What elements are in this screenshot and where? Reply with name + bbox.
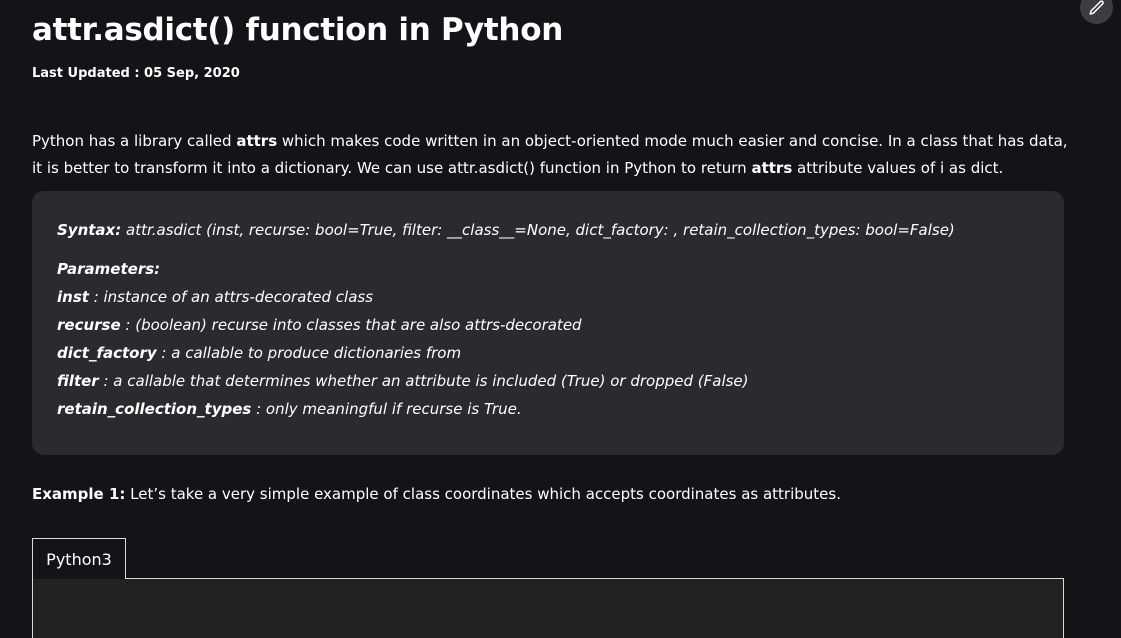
param-inst: inst : instance of an attrs-decorated cl… bbox=[57, 283, 1039, 311]
syntax-line: Syntax: attr.asdict (inst, recurse: bool… bbox=[57, 217, 1039, 243]
intro-text-1: Python has a library called bbox=[32, 132, 237, 150]
param-desc: : instance of an attrs-decorated class bbox=[88, 288, 374, 306]
intro-paragraph: Python has a library called attrs which … bbox=[32, 128, 1072, 182]
param-desc: : a callable that determines whether an … bbox=[98, 372, 749, 390]
param-name: retain_collection_types bbox=[57, 400, 252, 418]
syntax-box: Syntax: attr.asdict (inst, recurse: bool… bbox=[32, 191, 1064, 455]
example-text: Let’s take a very simple example of clas… bbox=[125, 485, 841, 503]
param-desc: : a callable to produce dictionaries fro… bbox=[156, 344, 462, 362]
param-filter: filter : a callable that determines whet… bbox=[57, 367, 1039, 395]
param-name: dict_factory bbox=[57, 344, 157, 362]
intro-text-3: attribute values of i as dict. bbox=[792, 159, 1004, 177]
code-area[interactable] bbox=[32, 578, 1064, 638]
last-updated: Last Updated : 05 Sep, 2020 bbox=[32, 66, 240, 81]
tab-python3[interactable]: Python3 bbox=[32, 538, 126, 579]
param-dict-factory: dict_factory : a callable to produce dic… bbox=[57, 339, 1039, 367]
parameters-title: Parameters: bbox=[57, 260, 161, 278]
edit-button[interactable] bbox=[1080, 0, 1113, 24]
param-retain-collection-types: retain_collection_types : only meaningfu… bbox=[57, 395, 1039, 423]
example-label: Example 1: bbox=[32, 485, 126, 503]
param-name: inst bbox=[57, 288, 89, 306]
pencil-icon bbox=[1089, 0, 1104, 15]
intro-bold-2: attrs bbox=[751, 159, 793, 177]
param-recurse: recurse : (boolean) recurse into classes… bbox=[57, 311, 1039, 339]
param-name: filter bbox=[57, 372, 99, 390]
example-1: Example 1: Let’s take a very simple exam… bbox=[32, 481, 841, 507]
syntax-text: attr.asdict (inst, recurse: bool=True, f… bbox=[121, 221, 955, 239]
param-name: recurse bbox=[57, 316, 121, 334]
intro-bold-1: attrs bbox=[236, 132, 278, 150]
param-desc: : (boolean) recurse into classes that ar… bbox=[120, 316, 582, 334]
syntax-label: Syntax: bbox=[57, 221, 122, 239]
page-title: attr.asdict() function in Python bbox=[32, 12, 563, 48]
param-desc: : only meaningful if recurse is True. bbox=[251, 400, 522, 418]
